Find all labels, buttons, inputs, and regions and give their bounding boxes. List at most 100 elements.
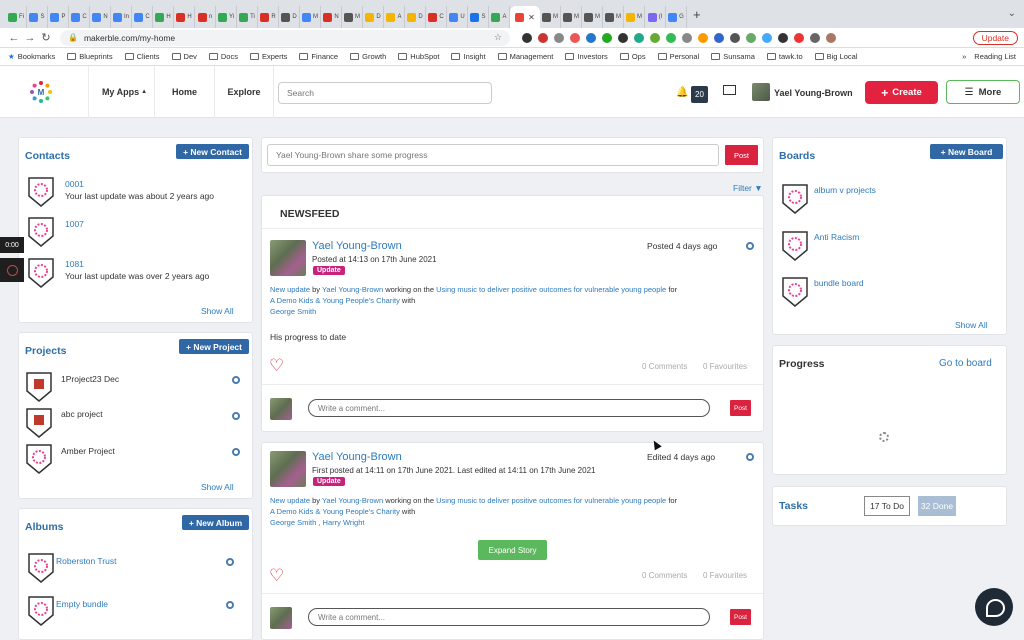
browser-tab[interactable]: A [384,6,405,28]
browser-tab[interactable]: M [540,6,561,28]
comment-post-button[interactable]: Post [730,609,751,625]
browser-update-button[interactable]: Update [972,30,1018,45]
browser-tab[interactable]: P [48,6,69,28]
project-name[interactable]: abc project [61,409,103,419]
browser-tab[interactable]: U [447,6,468,28]
browser-tab[interactable]: S [468,6,489,28]
browser-tab[interactable]: N [90,6,111,28]
browser-tab[interactable]: M [561,6,582,28]
browser-tab[interactable]: N [321,6,342,28]
favourites-count[interactable]: 0 Favourites [703,571,747,580]
browser-tab[interactable]: Fi [6,6,27,28]
puzzle-icon[interactable] [810,32,820,43]
browser-tab[interactable]: (I [645,6,666,28]
back-icon[interactable]: ← [6,32,22,44]
bookmark-item[interactable]: Sunsama [711,52,755,61]
create-button[interactable]: + Create [865,81,938,104]
project-name[interactable]: 1Project23 Dec [61,374,119,384]
browser-tab[interactable]: A [489,6,510,28]
extension-icon[interactable] [698,32,708,43]
settings-gear-icon[interactable] [232,376,240,384]
mail-icon[interactable] [723,85,736,95]
profile-avatar-icon[interactable] [826,32,836,43]
url-field[interactable]: 🔒 makerble.com/my-home ☆ [60,29,510,46]
comments-count[interactable]: 0 Comments [642,571,687,580]
user-avatar[interactable] [752,83,770,101]
extension-icon[interactable] [794,32,804,43]
bookmark-item[interactable]: Docs [208,52,238,61]
expand-story-button[interactable]: Expand Story [478,540,547,560]
extension-icon[interactable] [618,32,628,43]
with-people-link[interactable]: George Smith , Harry Wright [270,518,364,527]
forward-icon[interactable]: → [22,32,38,44]
bookmark-item[interactable]: Ops [619,52,646,61]
done-button[interactable]: 32 Done [918,496,956,516]
contact-name[interactable]: 1081 [65,259,84,269]
board-name[interactable]: Anti Racism [814,232,859,242]
bookmark-item[interactable]: tawk.to [766,52,803,61]
settings-gear-icon[interactable] [226,558,234,566]
post-author-photo[interactable] [270,451,306,487]
contact-name[interactable]: 1007 [65,219,84,229]
chat-icon[interactable] [975,588,1013,626]
post-settings-gear-icon[interactable] [746,453,754,461]
post-author-name[interactable]: Yael Young-Brown [312,240,402,252]
search-input[interactable] [278,82,492,104]
new-project-button[interactable]: + New Project [179,339,249,354]
bookmark-item[interactable]: Growth [350,52,386,61]
settings-gear-icon[interactable] [232,448,240,456]
share-progress-input[interactable]: Yael Young-Brown share some progress [267,144,719,166]
projects-show-all-link[interactable]: Show All [201,482,234,492]
bookmark-item[interactable]: Clients [124,52,160,61]
browser-tab[interactable]: Yi [216,6,237,28]
with-people-link[interactable]: George Smith [270,307,316,316]
browser-tab[interactable]: In [111,6,132,28]
bookmark-item[interactable]: Big Local [814,52,858,61]
album-name[interactable]: Empty bundle [56,599,108,609]
post-author-name[interactable]: Yael Young-Brown [312,451,402,463]
charity-link[interactable]: A Demo Kids & Young People's Charity [270,296,400,305]
post-author-photo[interactable] [270,240,306,276]
browser-tab[interactable]: M [603,6,624,28]
browser-tab[interactable]: H [174,6,195,28]
nav-home[interactable]: Home [154,66,214,118]
makerble-logo[interactable]: M [29,80,53,104]
comment-input[interactable]: Write a comment... [308,399,710,417]
more-bookmarks-icon[interactable]: » [962,52,966,61]
settings-gear-icon[interactable] [226,601,234,609]
browser-tab[interactable]: C [132,6,153,28]
filter-link[interactable]: Filter ▼ [733,183,763,193]
share-post-button[interactable]: Post [725,145,758,165]
extension-icon[interactable] [730,32,740,43]
extension-icon[interactable] [554,32,564,43]
heart-icon[interactable]: ♡ [269,567,284,584]
bookmark-item[interactable]: Management [497,52,553,61]
charity-link[interactable]: A Demo Kids & Young People's Charity [270,507,400,516]
notification-count-badge[interactable]: 20 [691,86,708,103]
new-update-link[interactable]: New update [270,496,310,505]
tab-search-icon[interactable]: ⌄ [1008,8,1016,19]
new-album-button[interactable]: + New Album [182,515,249,530]
contact-name[interactable]: 0001 [65,179,84,189]
browser-tab[interactable]: n [195,6,216,28]
comment-post-button[interactable]: Post [730,400,751,416]
new-board-button[interactable]: + New Board [930,144,1003,159]
bookmark-item[interactable]: ★ Bookmarks [8,52,55,61]
post-settings-gear-icon[interactable] [746,242,754,250]
extension-icon[interactable] [714,32,724,43]
browser-tab[interactable]: ✕ [510,6,540,28]
project-link[interactable]: Using music to deliver positive outcomes… [436,496,666,505]
record-icon[interactable] [0,258,24,282]
new-update-link[interactable]: New update [270,285,310,294]
new-tab-icon[interactable]: + [693,7,701,22]
boards-show-all-link[interactable]: Show All [955,320,988,330]
extension-icon[interactable] [602,32,612,43]
browser-tab[interactable]: R [258,6,279,28]
board-name[interactable]: bundle board [814,278,864,288]
bookmark-item[interactable]: Experts [249,52,287,61]
extension-icon[interactable] [666,32,676,43]
browser-tab[interactable]: D [363,6,384,28]
reading-list[interactable]: » Reading List [962,52,1016,61]
board-name[interactable]: album v projects [814,185,876,195]
extension-icon[interactable] [522,32,532,43]
